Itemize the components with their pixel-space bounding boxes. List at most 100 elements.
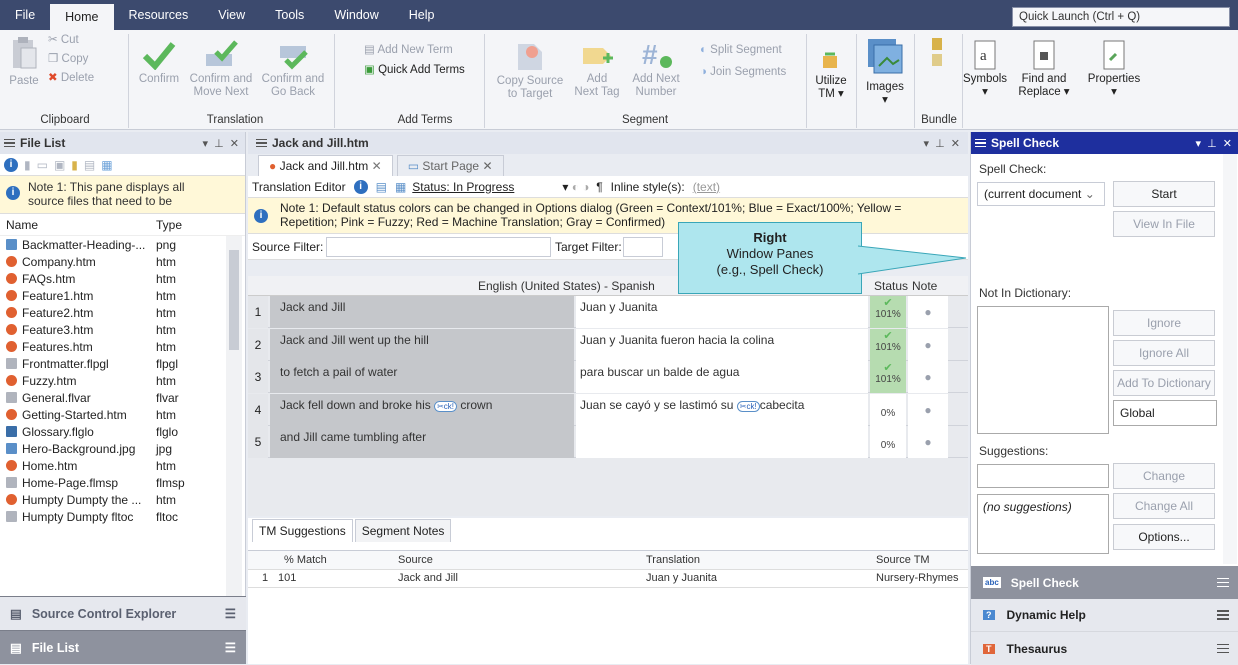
change-all-button[interactable]: Change All (1113, 493, 1215, 519)
segment-row[interactable]: 4 Jack fell down and broke his ✂ck! crown… (248, 393, 968, 426)
copy-button[interactable]: ❐ Copy (48, 53, 88, 66)
cut-button[interactable]: ✂ Cut (48, 34, 79, 47)
close-icon[interactable]: ✕ (372, 159, 382, 173)
file-list-item[interactable]: Fuzzy.htm htm (0, 372, 245, 389)
file-list-item[interactable]: Feature3.htm htm (0, 321, 245, 338)
change-button[interactable]: Change (1113, 463, 1215, 489)
menu-help[interactable]: Help (394, 0, 450, 30)
file-list-tab[interactable]: ▤ File List ☰ (0, 630, 246, 664)
note-cell[interactable]: ● (908, 328, 948, 361)
toolbar-icon[interactable]: ▦ (101, 158, 112, 172)
note-cell[interactable]: ● (908, 393, 948, 426)
add-next-tag-button[interactable]: Add Next Tag (569, 40, 625, 99)
menu-resources[interactable]: Resources (114, 0, 204, 30)
file-list-item[interactable]: Home.htm htm (0, 457, 245, 474)
file-list-item[interactable]: FAQs.htm htm (0, 270, 245, 287)
segment-row[interactable]: 5 and Jill came tumbling after 0% ● (248, 426, 968, 458)
confirm-go-back-button[interactable]: Confirm and Go Back (260, 40, 326, 99)
symbols-button[interactable]: a Symbols ▾ (962, 40, 1008, 99)
menu-tools[interactable]: Tools (260, 0, 319, 30)
file-list-item[interactable]: General.flvar flvar (0, 389, 245, 406)
confirm-button[interactable]: Confirm (134, 40, 184, 86)
target-cell[interactable]: Juan y Juanita (576, 296, 868, 328)
scrollbar-thumb[interactable] (229, 250, 239, 350)
find-and-replace-button[interactable]: Find and Replace ▾ (1012, 40, 1076, 99)
spell-scope-select[interactable]: (current document ⌄ (977, 182, 1105, 206)
options-button[interactable]: Options... (1113, 524, 1215, 550)
file-list-scrollbar[interactable] (226, 236, 242, 596)
dynamic-help-tab[interactable]: ? Dynamic Help (971, 599, 1238, 632)
file-list-item[interactable]: Humpty Dumpty the ... htm (0, 491, 245, 508)
note-cell[interactable]: ● (908, 296, 948, 328)
join-segments-button[interactable]: ◑ Join Segments (700, 66, 786, 79)
file-list-item[interactable]: Backmatter-Heading-... png (0, 236, 245, 253)
toolbar-icon[interactable]: ▮ (71, 158, 78, 172)
segment-row[interactable]: 3 to fetch a pail of water para buscar un … (248, 361, 968, 393)
segment-row[interactable]: 1 Jack and Jill Juan y Juanita ✔ 101% ● (248, 296, 968, 328)
split-segment-button[interactable]: ◐ Split Segment (700, 44, 782, 57)
bundle-button[interactable] (916, 36, 960, 75)
spell-check-tab[interactable]: abc Spell Check (971, 566, 1238, 599)
copy-source-to-target-button[interactable]: Copy Source to Target (494, 40, 566, 101)
toolbar-icon[interactable]: ▣ (54, 158, 65, 172)
tab-jack-and-jill[interactable]: ● Jack and Jill.htm ✕ (258, 155, 393, 176)
tm-row[interactable]: 1 101 Jack and Jill Juan y Juanita Nurse… (248, 570, 968, 588)
add-new-term-button[interactable]: ▤ Add New Term (364, 44, 453, 57)
ignore-button[interactable]: Ignore (1113, 310, 1215, 336)
toolbar-icon[interactable]: ▭ (37, 158, 48, 172)
file-list-item[interactable]: Feature2.htm htm (0, 304, 245, 321)
menu-window[interactable]: Window (319, 0, 393, 30)
properties-button[interactable]: Properties ▾ (1082, 40, 1146, 99)
quick-add-terms-button[interactable]: ▣ Quick Add Terms (364, 64, 465, 77)
target-cell[interactable] (576, 426, 868, 458)
file-list-item[interactable]: Humpty Dumpty fltoc fltoc (0, 508, 245, 525)
column-type-header[interactable]: Type (156, 218, 206, 232)
pane-controls[interactable]: ▾ ⊥ ✕ (923, 137, 968, 150)
pane-controls[interactable]: ▾ ⊥ ✕ (1195, 137, 1238, 150)
close-icon[interactable]: ✕ (482, 159, 492, 173)
note-cell[interactable]: ● (908, 426, 948, 458)
file-list-item[interactable]: Getting-Started.htm htm (0, 406, 245, 423)
menu-view[interactable]: View (203, 0, 260, 30)
pane-controls[interactable]: ▾ ⊥ ✕ (202, 137, 245, 150)
tab-segment-notes[interactable]: Segment Notes (354, 519, 452, 542)
images-button[interactable]: Images ▾ (860, 36, 910, 107)
paste-button[interactable]: Paste (6, 36, 42, 88)
source-filter-input[interactable] (326, 236, 551, 257)
tab-tm-suggestions[interactable]: TM Suggestions (252, 519, 353, 542)
start-button[interactable]: Start (1113, 181, 1215, 207)
file-list-item[interactable]: Glossary.flglo flglo (0, 423, 245, 440)
dictionary-scope-select[interactable]: Global (1113, 400, 1217, 426)
spell-check-scrollbar[interactable] (1223, 154, 1237, 564)
file-list-item[interactable]: Feature1.htm htm (0, 287, 245, 304)
toolbar-icon[interactable]: ▤ (376, 180, 387, 194)
target-cell[interactable]: Juan se cayó y se lastimó su ✂ck! cabecit… (576, 393, 868, 426)
view-in-file-button[interactable]: View In File (1113, 211, 1215, 237)
suggestion-input[interactable] (977, 464, 1109, 488)
tab-start-page[interactable]: ▭ Start Page ✕ (396, 155, 504, 176)
toolbar-icon[interactable]: ▮ (24, 158, 31, 172)
delete-button[interactable]: ✖ Delete (48, 72, 94, 85)
status-dropdown-arrow[interactable]: ▾ ◐ ◑ ¶ (562, 180, 602, 194)
not-in-dictionary-list[interactable] (977, 306, 1109, 434)
file-list-item[interactable]: Frontmatter.flpgl flpgl (0, 355, 245, 372)
inline-style-value[interactable]: (text) (693, 180, 720, 194)
menu-home[interactable]: Home (50, 4, 114, 30)
thesaurus-tab[interactable]: T Thesaurus (971, 632, 1238, 665)
quick-launch-input[interactable]: Quick Launch (Ctrl + Q) (1012, 7, 1230, 27)
menu-file[interactable]: File (0, 0, 50, 30)
file-list-item[interactable]: Hero-Background.jpg jpg (0, 440, 245, 457)
target-filter-input[interactable] (623, 236, 663, 257)
column-name-header[interactable]: Name (0, 218, 156, 232)
file-list-item[interactable]: Company.htm htm (0, 253, 245, 270)
suggestions-list[interactable]: (no suggestions) (977, 494, 1109, 554)
note-cell[interactable]: ● (908, 361, 948, 393)
ignore-all-button[interactable]: Ignore All (1113, 340, 1215, 366)
file-list-item[interactable]: Features.htm htm (0, 338, 245, 355)
info-icon[interactable]: i (353, 179, 368, 194)
file-list-item[interactable]: Home-Page.flmsp flmsp (0, 474, 245, 491)
status-dropdown[interactable]: Status: In Progress (412, 180, 514, 194)
add-next-number-button[interactable]: # Add Next Number (628, 40, 684, 99)
toolbar-icon[interactable]: ▤ (84, 158, 95, 172)
utilize-tm-button[interactable]: Utilize TM ▾ (810, 50, 852, 101)
